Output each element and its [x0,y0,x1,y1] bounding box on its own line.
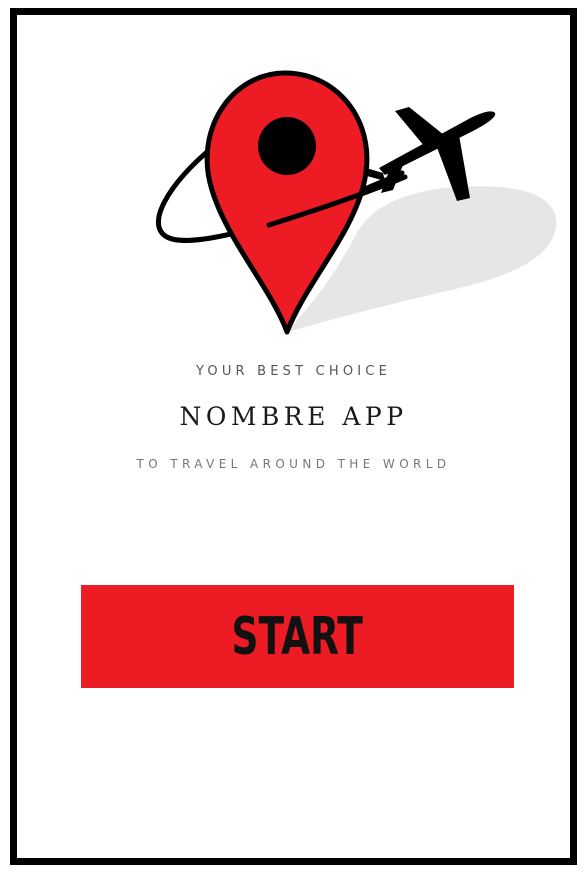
app-name-title: NOMBRE APP [179,402,408,431]
tagline-top: YOUR BEST CHOICE [195,364,391,379]
start-button-label: START [231,606,364,667]
travel-logo [155,70,557,335]
start-button[interactable]: START [81,585,514,688]
tagline-bottom: TO TRAVEL AROUND THE WORLD [136,457,451,471]
app-screen: YOUR BEST CHOICE NOMBRE APP TO TRAVEL AR… [10,8,577,865]
